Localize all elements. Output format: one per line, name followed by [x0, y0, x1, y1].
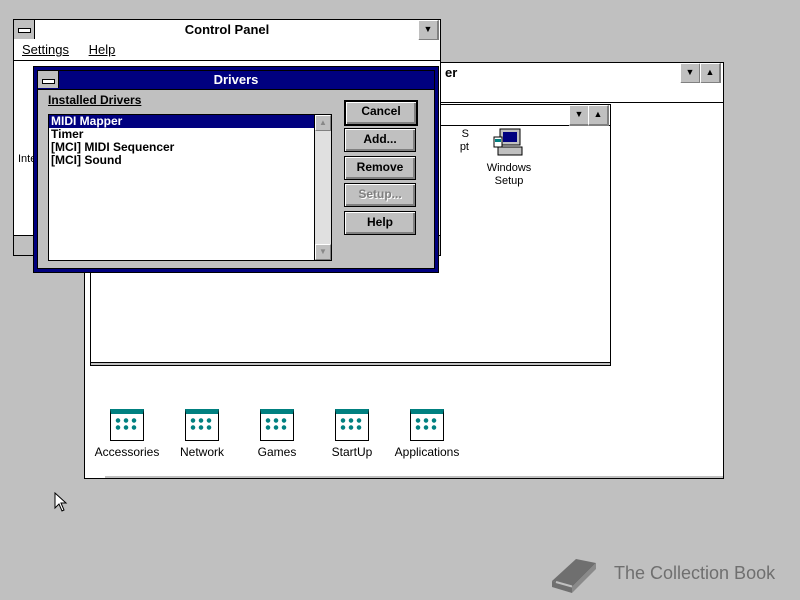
menu-settings-label: Settings — [22, 42, 69, 57]
drivers-scrollbar[interactable]: ▲ ▼ — [314, 115, 331, 260]
installed-drivers-text: Installed Drivers — [48, 93, 142, 107]
program-manager-bottom-edge — [105, 476, 723, 478]
program-group-icon — [335, 409, 369, 441]
menu-settings[interactable]: Settings — [14, 40, 77, 59]
drivers-title: Drivers — [213, 72, 259, 87]
program-group-icon — [260, 409, 294, 441]
cancel-button[interactable]: Cancel — [344, 100, 418, 126]
installed-drivers-label: Installed Drivers — [48, 93, 141, 107]
minimize-button[interactable]: ▼ — [680, 63, 701, 84]
group-applications[interactable]: Applications — [382, 409, 472, 459]
control-panel-minimize-button[interactable]: ▼ — [418, 20, 439, 41]
windows-setup-label: Windows Setup — [486, 162, 532, 187]
group-bottom-border — [91, 362, 610, 365]
program-group-icon — [110, 409, 144, 441]
menu-help[interactable]: Help — [81, 40, 124, 59]
book-icon — [552, 559, 596, 593]
driver-list-item[interactable]: MIDI Mapper — [49, 115, 331, 128]
control-panel-title: Control Panel — [184, 22, 270, 37]
group-minimize-button[interactable]: ▼ — [569, 105, 590, 126]
menu-help-label: Help — [88, 42, 116, 57]
program-group-icon — [185, 409, 219, 441]
watermark-text: The Collection Book — [614, 563, 776, 583]
drivers-titlebar[interactable]: Drivers — [38, 71, 434, 90]
mouse-pointer-icon — [54, 492, 68, 512]
group-maximize-button[interactable]: ▲ — [588, 105, 609, 126]
add-button[interactable]: Add... — [344, 128, 416, 152]
help-button[interactable]: Help — [344, 211, 416, 235]
drivers-dialog: Drivers Installed Drivers MIDI Mapper Tim… — [33, 66, 439, 273]
windows-setup-icon — [493, 128, 523, 156]
drivers-system-menu[interactable] — [38, 71, 59, 88]
program-manager-title: er — [445, 65, 458, 80]
control-panel-titlebar[interactable]: Control Panel ▼ — [14, 20, 440, 41]
group-label: Applications — [394, 445, 460, 459]
windows-setup-icon-item[interactable]: Windows Setup — [479, 127, 539, 188]
maximize-button[interactable]: ▲ — [700, 63, 721, 84]
setup-button[interactable]: Setup... — [344, 183, 416, 207]
driver-list-item[interactable]: [MCI] Sound — [49, 154, 331, 167]
control-panel-system-menu[interactable] — [14, 20, 35, 39]
drivers-listbox[interactable]: MIDI Mapper Timer [MCI] MIDI Sequencer [MCI… — [48, 114, 332, 261]
remove-button[interactable]: Remove — [344, 156, 416, 180]
watermark: The Collection Book — [548, 551, 788, 597]
control-panel-menubar: Settings Help — [14, 40, 440, 61]
drivers-dialog-body: Drivers Installed Drivers MIDI Mapper Tim… — [37, 70, 435, 269]
drivers-list: MIDI Mapper Timer [MCI] MIDI Sequencer [MCI… — [49, 115, 331, 167]
desktop: { "program_manager": { "title_fragment":… — [0, 0, 800, 600]
program-group-icon — [410, 409, 444, 441]
scroll-up-arrow[interactable]: ▲ — [315, 115, 331, 131]
scroll-down-arrow[interactable]: ▼ — [315, 244, 331, 260]
